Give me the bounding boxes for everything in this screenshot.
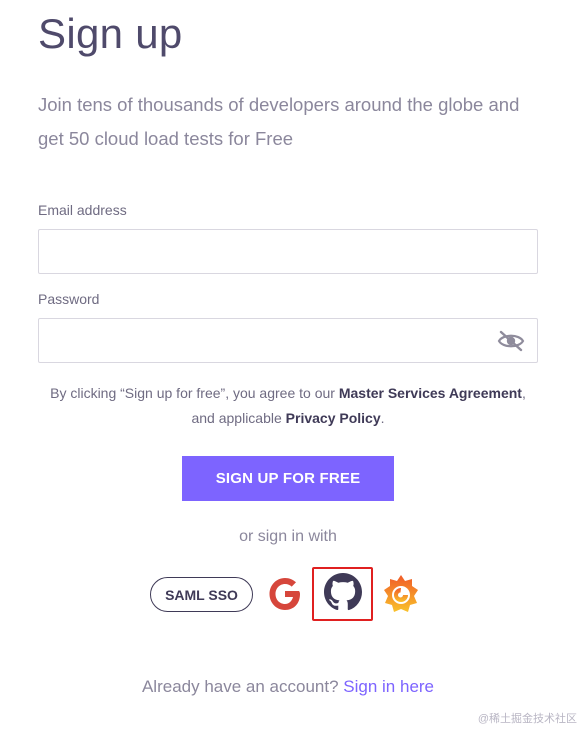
password-field-wrapper	[38, 318, 538, 363]
password-label: Password	[38, 291, 100, 307]
email-label: Email address	[38, 202, 127, 218]
sign-up-button[interactable]: SIGN UP FOR FREE	[182, 456, 394, 501]
watermark: @稀土掘金技术社区	[477, 713, 577, 725]
grafana-icon[interactable]	[381, 572, 421, 616]
email-field[interactable]	[39, 230, 537, 273]
privacy-policy-link[interactable]: Privacy Policy	[286, 410, 381, 426]
sign-in-prompt-text: Already have an account?	[141, 677, 344, 696]
password-field[interactable]	[39, 319, 537, 362]
github-button[interactable]	[312, 567, 373, 621]
sign-in-prompt: Already have an account? Sign in here	[0, 677, 576, 697]
page-subtitle: Join tens of thousands of developers aro…	[38, 94, 520, 149]
terms-prefix: By clicking “Sign up for free”, you agre…	[50, 385, 339, 401]
saml-sso-button[interactable]: SAML SSO	[150, 577, 253, 612]
eye-slash-icon[interactable]	[497, 329, 525, 353]
or-sign-in-with-text: or sign in with	[239, 528, 337, 545]
email-field-wrapper	[38, 229, 538, 274]
terms-suffix: .	[380, 410, 385, 426]
master-services-agreement-link[interactable]: Master Services Agreement	[339, 385, 522, 401]
sign-in-link[interactable]: Sign in here	[343, 677, 434, 696]
terms-text: By clicking “Sign up for free”, you agre…	[38, 381, 538, 431]
page-title: Sign up	[38, 10, 183, 57]
github-icon	[323, 572, 362, 616]
google-icon[interactable]	[266, 575, 304, 613]
